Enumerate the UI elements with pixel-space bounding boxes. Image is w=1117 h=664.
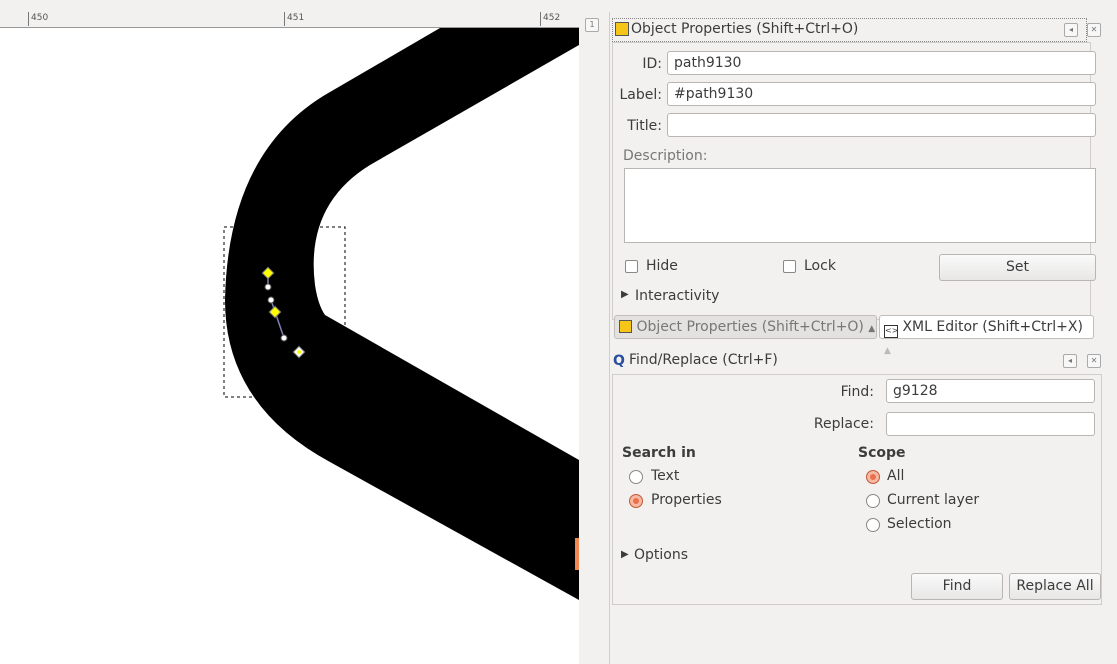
panel-title: Object Properties (Shift+Ctrl+O) [631, 21, 859, 37]
title-label: Title: [627, 118, 662, 134]
replace-label: Replace: [813, 416, 874, 432]
hide-checkbox[interactable] [625, 260, 638, 273]
horizontal-ruler[interactable]: 450 451 452 [0, 12, 579, 28]
ruler-label: 451 [287, 13, 305, 23]
ruler-label: 452 [543, 13, 561, 23]
expander-arrow-icon[interactable]: ▶ [621, 549, 629, 560]
radio-selection[interactable] [866, 518, 880, 532]
tab-label: Object Properties (Shift+Ctrl+O) [636, 319, 864, 335]
id-label: ID: [642, 56, 662, 72]
find-input[interactable] [886, 379, 1095, 403]
replace-input[interactable] [886, 412, 1095, 436]
ruler-label: 450 [31, 13, 49, 23]
control-handle [264, 283, 272, 291]
description-label: Description: [623, 148, 708, 164]
label-input[interactable] [667, 82, 1096, 106]
object-properties-icon [615, 22, 629, 36]
hide-label: Hide [646, 258, 678, 274]
dock-panel: 1 Object Properties (Shift+Ctrl+O) ◂ ✕ I… [580, 12, 1117, 664]
dock-toggle-button[interactable]: 1 [585, 18, 599, 32]
title-input[interactable] [667, 113, 1096, 137]
control-handle [267, 296, 275, 304]
expander-arrow-icon[interactable]: ▶ [621, 289, 629, 300]
radio-text[interactable] [629, 470, 643, 484]
toolbar [0, 0, 579, 12]
search-icon: Q [613, 353, 625, 369]
tab-object-properties[interactable]: Object Properties (Shift+Ctrl+O) ▲ [614, 315, 877, 339]
tab-xml-editor[interactable]: <> XML Editor (Shift+Ctrl+X) ▲ [879, 315, 1094, 356]
find-button[interactable]: Find [911, 573, 1003, 600]
object-properties-icon [619, 320, 632, 333]
id-input[interactable] [667, 51, 1096, 75]
description-textarea[interactable] [624, 168, 1096, 243]
radio-properties[interactable] [629, 494, 643, 508]
options-expander[interactable]: Options [634, 547, 688, 563]
panel-title: Find/Replace (Ctrl+F) [629, 352, 778, 368]
interactivity-expander[interactable]: Interactivity [635, 288, 719, 304]
radio-text-label: Text [651, 468, 680, 484]
radio-properties-label: Properties [651, 492, 722, 508]
scope-heading: Scope [858, 445, 906, 461]
lock-label: Lock [804, 258, 836, 274]
search-in-heading: Search in [622, 445, 696, 461]
close-panel-icon[interactable]: ✕ [1087, 23, 1101, 37]
xml-editor-icon: <> [884, 325, 898, 338]
replace-all-button[interactable]: Replace All [1009, 573, 1101, 600]
label-label: Label: [619, 87, 663, 103]
drawing-canvas[interactable] [0, 28, 579, 664]
radio-all[interactable] [866, 470, 880, 484]
collapse-panel-button[interactable]: ◂ [1064, 23, 1078, 37]
radio-all-label: All [887, 468, 905, 484]
radio-current-layer[interactable] [866, 494, 880, 508]
find-label: Find: [840, 384, 874, 400]
object-properties-header: Object Properties (Shift+Ctrl+O) ◂ ✕ [612, 18, 1101, 42]
set-button[interactable]: Set [939, 254, 1096, 281]
orange-marker [575, 538, 579, 570]
canvas-drawing [223, 28, 579, 600]
radio-current-layer-label: Current layer [887, 492, 980, 508]
control-handle [280, 334, 288, 342]
tab-label: XML Editor (Shift+Ctrl+X) [902, 319, 1083, 335]
lock-checkbox[interactable] [783, 260, 796, 273]
radio-selection-label: Selection [887, 516, 952, 532]
close-panel-icon[interactable]: ✕ [1087, 354, 1101, 368]
collapse-panel-button[interactable]: ◂ [1063, 354, 1077, 368]
